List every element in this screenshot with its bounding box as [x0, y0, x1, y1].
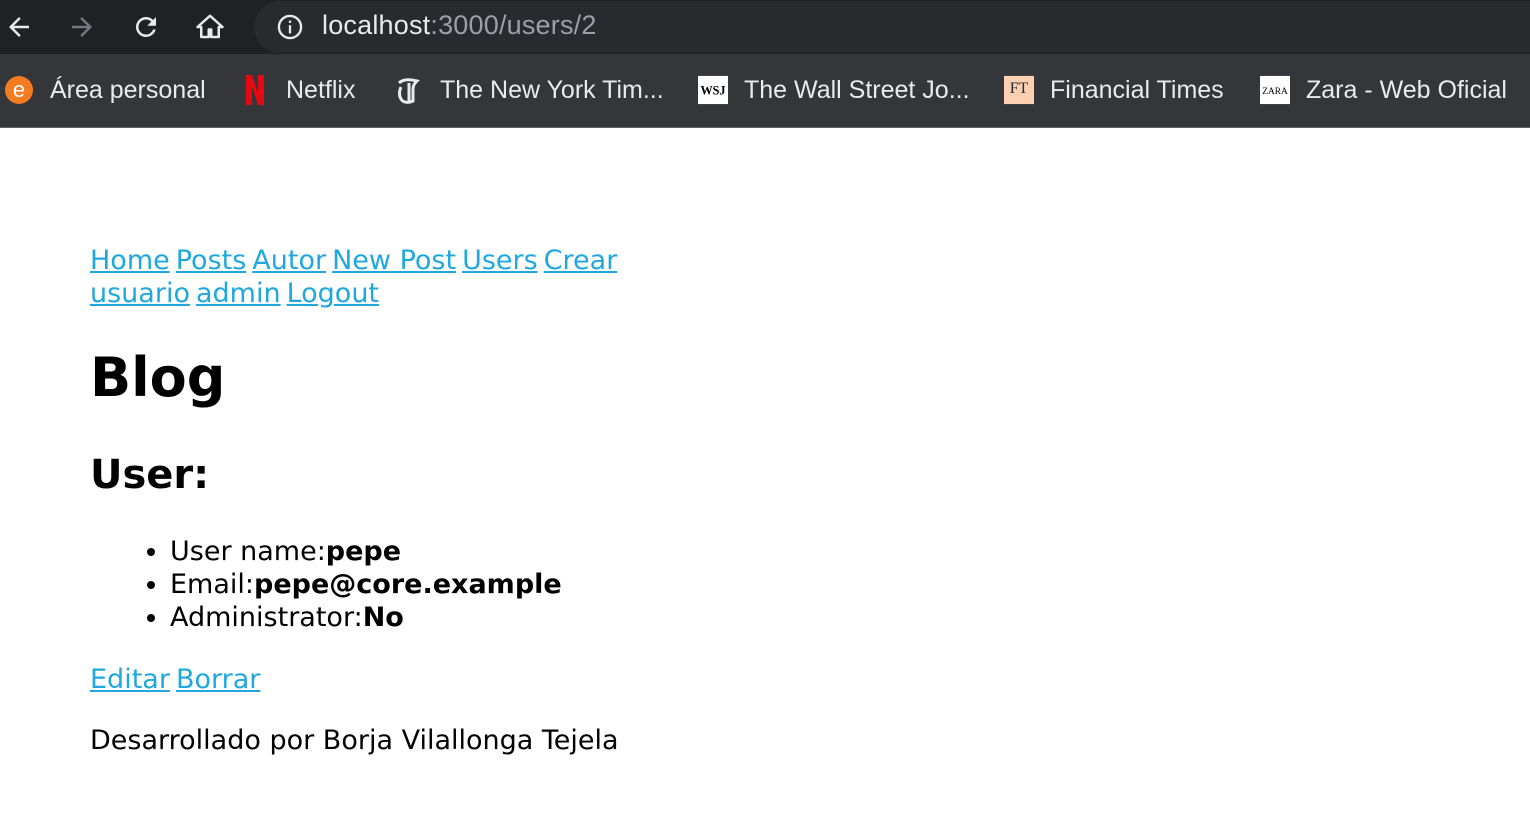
svg-text:e: e — [13, 77, 25, 102]
nyt-icon — [394, 75, 424, 105]
url-path: :3000/users/2 — [430, 10, 597, 40]
wsj-icon: WSJ — [698, 75, 728, 105]
footer-text: Desarrollado por Borja Vilallonga Tejela — [90, 725, 619, 756]
bookmarks-bar: e Área personal Netflix The New York Tim… — [0, 54, 1530, 127]
bookmark-area-personal[interactable]: e Área personal — [4, 74, 206, 106]
svg-text:FT: FT — [1010, 80, 1029, 97]
detail-value: pepe — [325, 536, 402, 567]
bookmark-label: Área personal — [50, 75, 206, 104]
detail-label: Email: — [170, 569, 255, 600]
netflix-icon — [240, 75, 270, 105]
nav-link-new-post[interactable]: New Post — [332, 245, 456, 276]
reload-icon — [135, 16, 156, 37]
bookmark-nyt[interactable]: The New York Tim... — [394, 74, 664, 106]
bookmark-financial-times[interactable]: FT Financial Times — [1004, 74, 1224, 106]
list-item: Administrator:No — [170, 601, 562, 634]
browser-toolbar: localhost:3000/users/2 — [0, 0, 1530, 54]
bookmark-label: Zara - Web Oficial — [1306, 75, 1507, 104]
bookmark-netflix[interactable]: Netflix — [240, 74, 355, 106]
svg-text:WSJ: WSJ — [700, 84, 725, 98]
delete-link[interactable]: Borrar — [176, 664, 260, 695]
arrow-right-icon — [72, 17, 92, 37]
detail-label: User name: — [170, 536, 326, 567]
section-title: User: — [90, 452, 210, 498]
bookmark-wsj[interactable]: WSJ The Wall Street Jo... — [698, 74, 970, 106]
browser-chrome: localhost:3000/users/2 e Área personal N… — [0, 0, 1530, 128]
url-text[interactable]: localhost:3000/users/2 — [322, 10, 597, 41]
list-item: Email:pepe@core.example — [170, 568, 562, 601]
edit-link[interactable]: Editar — [90, 664, 170, 695]
nav-link-logout[interactable]: Logout — [287, 278, 379, 309]
main-nav: Home Posts Autor New Post Users Crear usuario… — [90, 244, 770, 310]
bookmark-label: The New York Tim... — [440, 75, 664, 104]
user-actions: Editar Borrar — [90, 663, 266, 696]
detail-value: No — [362, 602, 404, 633]
nav-link-admin[interactable]: admin — [196, 278, 281, 309]
info-icon[interactable] — [276, 13, 304, 41]
nav-link-posts[interactable]: Posts — [176, 245, 247, 276]
bookmark-label: Financial Times — [1050, 75, 1224, 104]
nav-link-autor[interactable]: Autor — [252, 245, 326, 276]
detail-label: Administrator: — [170, 602, 363, 633]
bookmark-label: Netflix — [286, 75, 356, 104]
bookmark-label: The Wall Street Jo... — [744, 75, 970, 104]
forward-button[interactable] — [63, 8, 101, 46]
zara-icon: ZARA — [1260, 75, 1290, 105]
back-button[interactable] — [0, 8, 38, 46]
bookmark-zara[interactable]: ZARA Zara - Web Oficial — [1260, 74, 1507, 106]
nav-link-users[interactable]: Users — [462, 245, 538, 276]
page-title: Blog — [90, 346, 226, 409]
arrow-left-icon — [9, 17, 29, 37]
svg-text:ZARA: ZARA — [1262, 87, 1288, 97]
detail-value: pepe@core.example — [254, 569, 562, 600]
home-button[interactable] — [191, 8, 229, 46]
user-details-list: User name:pepe Email:pepe@core.example A… — [90, 535, 562, 634]
home-icon — [196, 14, 224, 39]
ft-icon: FT — [1004, 75, 1034, 105]
list-item: User name:pepe — [170, 535, 562, 568]
nav-link-home[interactable]: Home — [90, 245, 170, 276]
e-orange-icon: e — [4, 75, 34, 105]
reload-button[interactable] — [127, 8, 165, 46]
url-host: localhost — [322, 10, 431, 40]
